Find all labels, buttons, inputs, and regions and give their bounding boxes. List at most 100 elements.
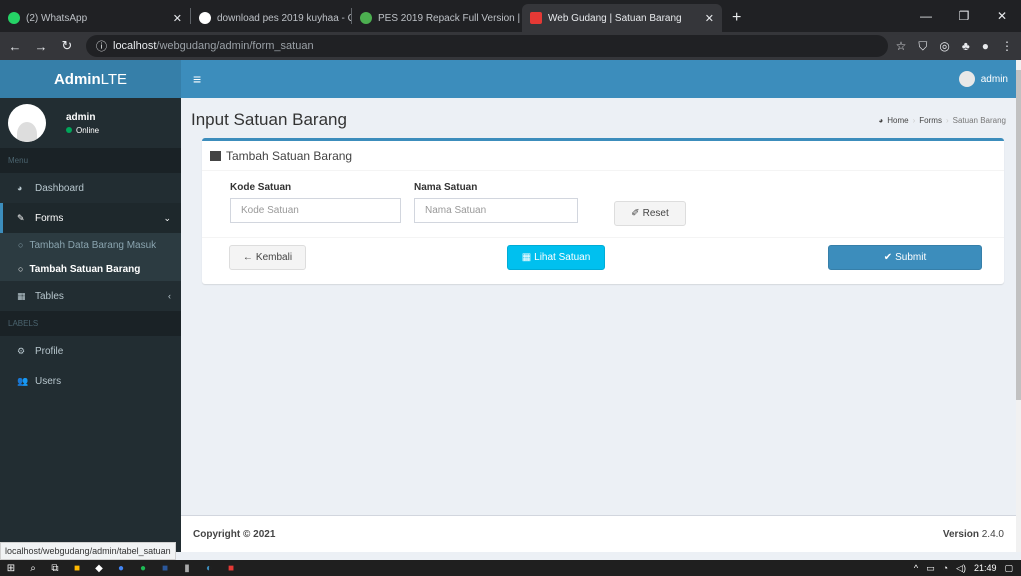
sidebar-item-tambah-barang-masuk[interactable]: ○ Tambah Data Barang Masuk xyxy=(0,233,181,257)
table-icon: ▦ xyxy=(17,290,26,301)
edit-icon: ✎ xyxy=(17,212,25,223)
search-icon[interactable]: ⌕ xyxy=(22,563,44,574)
adminlte-icon xyxy=(530,12,542,24)
breadcrumb: ◕ Home › Forms › Satuan Barang xyxy=(878,116,1006,125)
sidebar-item-tambah-satuan[interactable]: ○ Tambah Satuan Barang xyxy=(0,257,181,281)
tab-web-gudang[interactable]: Web Gudang | Satuan Barang ✕ xyxy=(522,4,722,32)
kode-satuan-label: Kode Satuan xyxy=(230,182,292,193)
sidebar-item-profile[interactable]: ⚙ Profile xyxy=(0,336,181,366)
page-title: Input Satuan Barang xyxy=(191,110,347,129)
home-icon: ◕ xyxy=(878,115,884,125)
spotify-icon[interactable]: ● xyxy=(132,563,154,574)
form-box: Tambah Satuan Barang Kode Satuan Kode Sa… xyxy=(202,138,1004,284)
app-logo[interactable]: Admin LTE xyxy=(0,60,181,98)
file-explorer-icon[interactable]: ■ xyxy=(66,563,88,574)
site-icon xyxy=(360,12,372,24)
google-icon xyxy=(199,12,211,24)
arrow-left-icon: ← xyxy=(242,252,253,263)
online-dot-icon xyxy=(66,127,72,133)
circle-icon: ○ xyxy=(18,264,24,274)
tab-whatsapp[interactable]: (2) WhatsApp ✕ xyxy=(0,4,190,32)
puzzle-icon[interactable]: ♣ xyxy=(962,39,970,53)
url-input[interactable]: ⓘ localhost /webgudang/admin/form_satuan xyxy=(86,35,888,57)
content-wrapper: Input Satuan Barang ◕ Home › Forms › Sat… xyxy=(181,98,1016,515)
address-bar-row: ← → ↻ ⓘ localhost /webgudang/admin/form_… xyxy=(0,32,1021,60)
content-header: Input Satuan Barang ◕ Home › Forms › Sat… xyxy=(181,98,1016,142)
extension-circle-icon[interactable]: ◎ xyxy=(939,39,949,53)
web-page: Admin LTE ≡ admin admin Online Menu ◕ Das… xyxy=(0,60,1016,552)
view-label: Lihat Satuan xyxy=(534,252,591,263)
tab-pes-download[interactable]: PES 2019 Repack Full Version | ku ✕ xyxy=(352,4,522,32)
sidebar: admin Online Menu ◕ Dashboard ✎ Forms ⌄ … xyxy=(0,98,181,552)
sidebar-item-users[interactable]: 👥 Users xyxy=(0,366,181,396)
battery-icon[interactable]: ▭ xyxy=(926,563,935,574)
windows-start-icon[interactable]: ⊞ xyxy=(0,563,22,574)
view-satuan-button[interactable]: ▦ Lihat Satuan xyxy=(507,245,605,270)
chevron-down-icon: ⌄ xyxy=(163,212,171,223)
sidebar-header-menu: Menu xyxy=(0,148,181,173)
gears-icon: ⚙ xyxy=(17,345,26,356)
kode-satuan-input[interactable]: Kode Satuan xyxy=(230,198,401,223)
shield-icon[interactable]: ⛉ xyxy=(918,39,927,54)
store-icon[interactable]: ◆ xyxy=(88,563,110,574)
breadcrumb-separator: › xyxy=(912,115,916,125)
sidebar-item-label: Dashboard xyxy=(35,182,84,194)
browser-tab-strip: (2) WhatsApp ✕ download pes 2019 kuyhaa … xyxy=(0,0,1021,32)
forward-arrow-icon[interactable]: → xyxy=(30,39,52,54)
task-view-icon[interactable]: ⧉ xyxy=(44,563,66,574)
menu-dots-icon[interactable]: ⋮ xyxy=(1001,39,1013,53)
eraser-icon: ✐ xyxy=(631,208,640,219)
wifi-icon[interactable]: ◔ xyxy=(943,563,948,573)
notes-icon[interactable]: ▮ xyxy=(176,563,198,574)
volume-icon[interactable]: ◁) xyxy=(956,563,966,574)
user-name: admin xyxy=(66,111,96,123)
new-tab-button[interactable]: + xyxy=(722,4,751,32)
scrollbar-thumb[interactable] xyxy=(1016,70,1021,400)
star-icon[interactable]: ☆ xyxy=(896,39,907,53)
close-tab-icon[interactable]: ✕ xyxy=(165,12,182,25)
copyright-text: Copyright © 2021 xyxy=(193,528,276,540)
chrome-icon[interactable]: ● xyxy=(110,563,132,574)
submit-button[interactable]: ✔ Submit xyxy=(828,245,982,270)
window-controls: — ❐ ✕ xyxy=(907,0,1021,32)
sidebar-item-tables[interactable]: ▦ Tables ‹ xyxy=(0,281,181,311)
breadcrumb-forms[interactable]: Forms xyxy=(919,116,942,125)
user-status: Online xyxy=(66,126,99,135)
sidebar-item-dashboard[interactable]: ◕ Dashboard xyxy=(0,173,181,203)
clock[interactable]: 21:49 xyxy=(974,563,997,573)
sidebar-item-forms[interactable]: ✎ Forms ⌄ xyxy=(0,203,181,233)
extension-icons: ☆ ⛉ ◎ ♣ ● ⋮ xyxy=(896,39,1013,54)
reset-button[interactable]: ✐ Reset xyxy=(614,201,686,226)
box-title: Tambah Satuan Barang xyxy=(226,148,353,163)
reload-icon[interactable]: ↻ xyxy=(56,38,78,54)
close-tab-icon[interactable]: ✕ xyxy=(697,12,714,25)
nama-satuan-label: Nama Satuan xyxy=(414,182,478,193)
forms-submenu: ○ Tambah Data Barang Masuk ○ Tambah Satu… xyxy=(0,233,181,281)
sidebar-item-label: Tables xyxy=(35,290,64,302)
sidebar-toggle-icon[interactable]: ≡ xyxy=(193,71,201,87)
version-text: Version 2.4.0 xyxy=(943,529,1004,540)
tab-google-search[interactable]: download pes 2019 kuyhaa - Go ✕ xyxy=(191,4,351,32)
back-arrow-icon[interactable]: ← xyxy=(4,39,26,54)
sidebar-item-label: Tambah Data Barang Masuk xyxy=(29,239,157,251)
chevron-up-icon[interactable]: ^ xyxy=(914,563,918,573)
tab-title: download pes 2019 kuyhaa - Go xyxy=(217,12,351,24)
word-icon[interactable]: ■ xyxy=(154,563,176,574)
breadcrumb-current: Satuan Barang xyxy=(952,115,1006,125)
info-icon[interactable]: ⓘ xyxy=(96,38,107,54)
reset-label: Reset xyxy=(642,208,669,219)
minimize-icon[interactable]: — xyxy=(907,0,945,32)
breadcrumb-home[interactable]: Home xyxy=(887,116,908,125)
user-menu[interactable]: admin xyxy=(958,71,1008,87)
restore-icon[interactable]: ❐ xyxy=(945,0,983,32)
tab-title: PES 2019 Repack Full Version | ku xyxy=(378,12,522,24)
version-value: 2.4.0 xyxy=(981,528,1004,540)
nama-satuan-input[interactable]: Nama Satuan xyxy=(414,198,578,223)
xampp-icon[interactable]: ■ xyxy=(220,563,242,574)
app-icon[interactable]: ◐ xyxy=(198,563,220,574)
back-button[interactable]: ← Kembali xyxy=(229,245,306,270)
notification-icon[interactable]: ▢ xyxy=(1004,563,1013,574)
close-window-icon[interactable]: ✕ xyxy=(983,0,1021,32)
page-scrollbar[interactable] xyxy=(1016,60,1021,552)
profile-icon[interactable]: ● xyxy=(982,39,989,53)
